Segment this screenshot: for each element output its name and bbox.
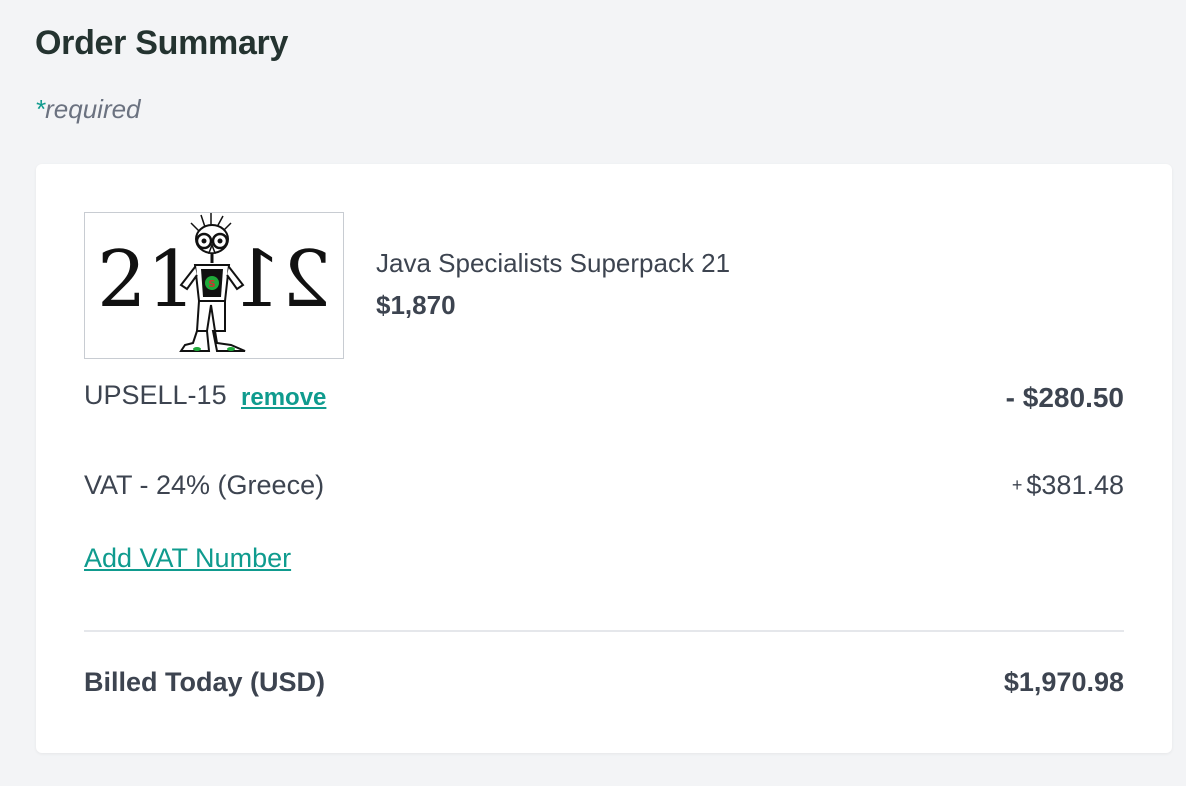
product-name: Java Specialists Superpack 21 (376, 248, 731, 278)
remove-coupon-link[interactable]: remove (241, 384, 326, 412)
divider (84, 630, 1124, 632)
order-summary-card: 21 21 S Java Specialists Superpack 21 $1… (36, 164, 1172, 753)
vat-label: VAT - 24% (Greece) (84, 470, 325, 500)
required-text: required (45, 94, 141, 124)
page-title: Order Summary (35, 24, 289, 62)
total-label: Billed Today (USD) (84, 667, 326, 697)
add-vat-number-link[interactable]: Add VAT Number (84, 543, 291, 574)
required-star: * (35, 94, 46, 124)
product-price: $1,870 (376, 290, 456, 320)
vat-amount: + $381.48 (1012, 470, 1124, 501)
required-note: *required (35, 94, 141, 125)
mascot-illustration: S (179, 213, 246, 352)
svg-text:S: S (208, 279, 215, 290)
total-amount: $1,970.98 (1003, 667, 1124, 697)
discount-amount: - $280.50 (1005, 382, 1124, 413)
vat-plus-sign: + (1011, 475, 1023, 495)
vat-amount-value: $381.48 (1026, 470, 1124, 500)
coupon-code: UPSELL-15 (84, 380, 227, 410)
product-image: 21 21 S (84, 212, 344, 359)
